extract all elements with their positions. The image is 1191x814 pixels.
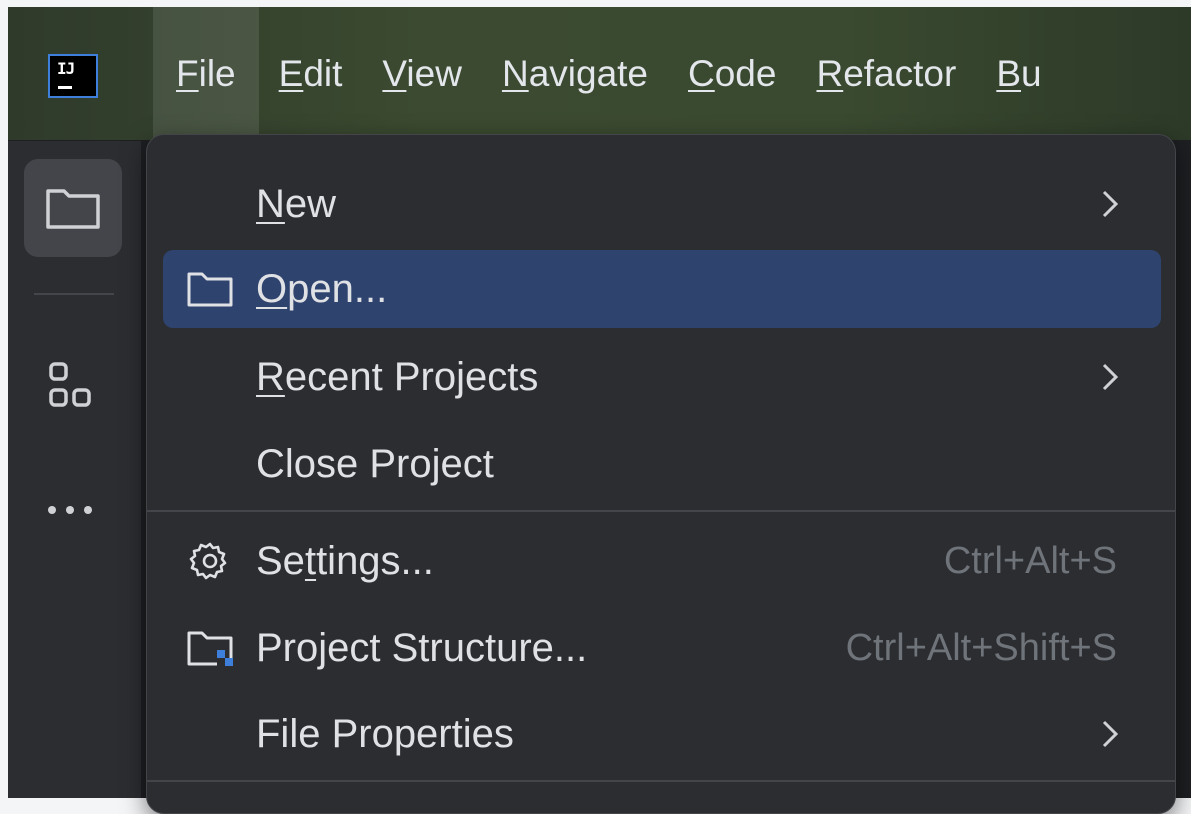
chevron-right-icon [1102,720,1119,748]
menu-item-settings[interactable]: Settings... Ctrl+Alt+S [163,522,1161,600]
menu-item-file-properties[interactable]: File Properties [163,695,1161,773]
more-icon[interactable] [48,506,92,514]
chevron-right-icon [1102,190,1119,218]
gear-icon [189,542,227,580]
folder-icon [187,272,233,307]
menu-refactor[interactable]: Refactor [796,7,976,140]
menu-item-close-project[interactable]: Close Project [163,425,1161,503]
title-bar: IJ File Edit View Navigate Code Refactor [8,7,1191,141]
menu-separator [147,780,1175,782]
file-menu-dropdown: New Open... Recent Projects Close Projec… [146,134,1176,814]
app-logo[interactable]: IJ [48,54,98,98]
menu-build[interactable]: Bu [976,7,1061,140]
menu-file-mnemonic: F [176,53,199,94]
menu-file-rest: ile [198,53,236,94]
folder-icon [46,189,100,229]
project-structure-shortcut: Ctrl+Alt+Shift+S [845,627,1117,669]
menu-navigate[interactable]: Navigate [482,7,668,140]
menu-separator [147,510,1175,512]
sidebar-divider [34,293,114,295]
project-tool-button[interactable] [24,159,122,257]
app-logo-text: IJ [57,59,75,78]
project-structure-icon [187,631,233,666]
main-menu-bar: File Edit View Navigate Code Refactor Bu [153,7,1062,140]
menu-file[interactable]: File [153,7,259,140]
tool-window-sidebar [8,141,142,798]
menu-edit[interactable]: Edit [259,7,363,140]
menu-item-open[interactable]: Open... [163,250,1161,328]
menu-code[interactable]: Code [668,7,796,140]
structure-icon [49,362,91,407]
menu-item-new[interactable]: New [163,165,1161,243]
structure-tool-button[interactable] [24,338,122,436]
chevron-right-icon [1102,363,1119,391]
menu-item-project-structure[interactable]: Project Structure... Ctrl+Alt+Shift+S [163,609,1161,687]
menu-item-recent-projects[interactable]: Recent Projects [163,338,1161,416]
menu-view[interactable]: View [362,7,482,140]
settings-shortcut: Ctrl+Alt+S [943,540,1117,582]
